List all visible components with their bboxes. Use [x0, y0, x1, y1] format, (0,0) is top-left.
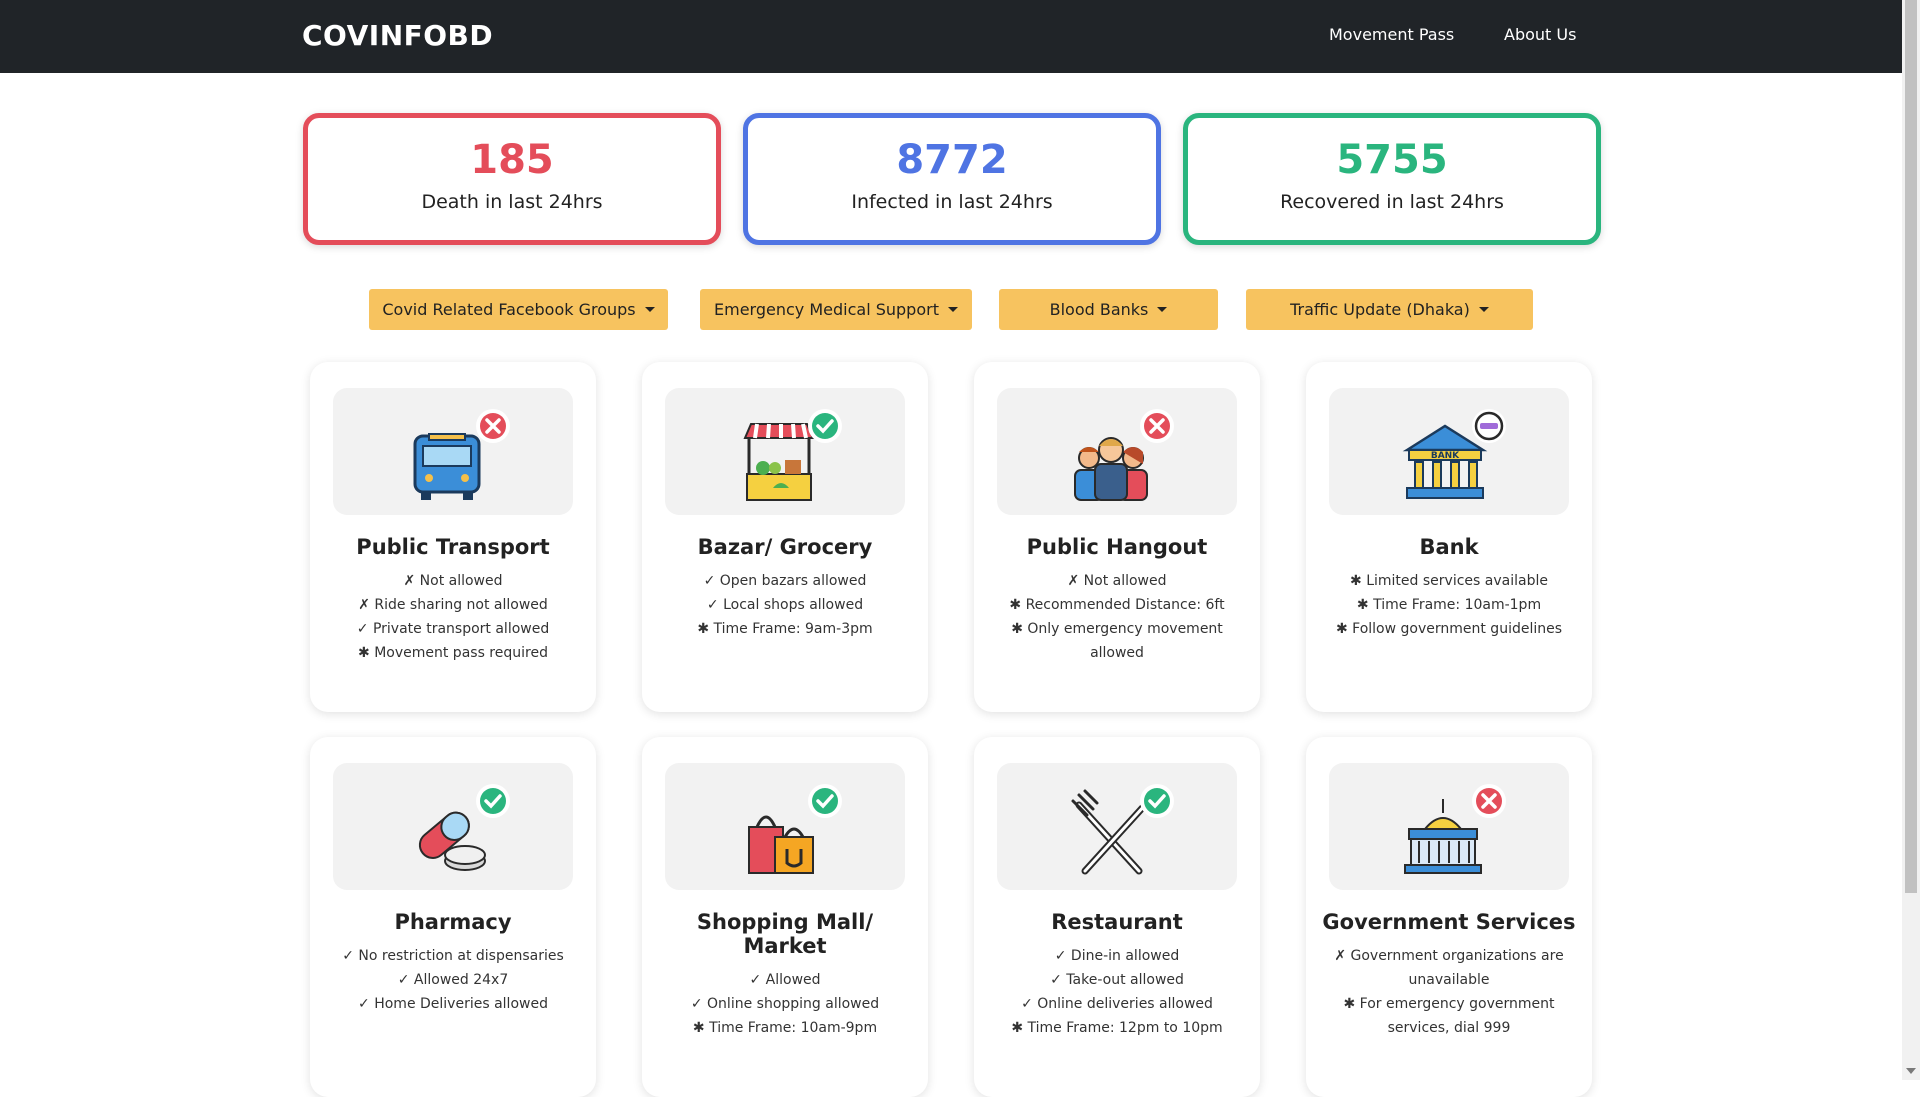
card-detail-line: ✗ Not allowed — [403, 573, 503, 589]
card-details: ✓ Dine-in allowed ✓ Take-out allowed ✓ O… — [974, 944, 1260, 1040]
card-detail-line: ✓ Take-out allowed — [1050, 972, 1184, 988]
stat-card-recovered: 5755 Recovered in last 24hrs — [1183, 113, 1601, 245]
card-detail-line: ✱ Time Frame: 9am-3pm — [697, 621, 873, 637]
scroll-down-arrow-icon[interactable] — [1906, 1068, 1916, 1074]
caret-down-icon — [644, 307, 655, 312]
caret-down-icon — [1478, 307, 1489, 312]
card-public-transport: Public Transport ✗ Not allowed ✗ Ride sh… — [310, 362, 596, 712]
dropdown-label: Covid Related Facebook Groups — [382, 300, 636, 319]
dropdown-traffic-update[interactable]: Traffic Update (Dhaka) — [1246, 289, 1533, 330]
card-title: Bank — [1419, 535, 1479, 559]
card-details: ✱ Limited services available ✱ Time Fram… — [1306, 569, 1592, 641]
card-detail-line: ✓ No restriction at dispensaries — [342, 948, 564, 964]
card-shopping-mall: Shopping Mall/ Market ✓ Allowed ✓ Online… — [642, 737, 928, 1097]
card-title: Public Transport — [356, 535, 550, 559]
svg-text:BANK: BANK — [1431, 451, 1460, 461]
card-detail-line: ✱ Only emergency movement allowed — [1011, 621, 1223, 661]
caret-down-icon — [947, 307, 958, 312]
pills-icon — [418, 784, 510, 871]
stat-label-deaths: Death in last 24hrs — [421, 191, 603, 213]
card-detail-line: ✓ Dine-in allowed — [1054, 948, 1180, 964]
card-details: ✓ Allowed ✓ Online shopping allowed ✱ Ti… — [642, 968, 928, 1040]
card-detail-line: ✱ Limited services available — [1350, 573, 1548, 589]
card-title: Restaurant — [1051, 910, 1183, 934]
card-detail-line: ✗ Ride sharing not allowed — [358, 597, 548, 613]
card-detail-line: ✗ Not allowed — [1067, 573, 1167, 589]
nav-link-movement-pass[interactable]: Movement Pass — [1329, 25, 1454, 44]
dropdown-facebook-groups[interactable]: Covid Related Facebook Groups — [369, 289, 668, 330]
people-group-icon — [1074, 409, 1174, 501]
card-detail-line: ✗ Government organizations are unavailab… — [1334, 948, 1564, 988]
bank-icon: BANK — [1402, 409, 1506, 499]
card-public-hangout: Public Hangout ✗ Not allowed ✱ Recommend… — [974, 362, 1260, 712]
icon-box — [333, 388, 573, 515]
card-title: Government Services — [1322, 910, 1576, 934]
stat-value-infected: 8772 — [896, 137, 1008, 183]
nav-link-about-us[interactable]: About Us — [1504, 25, 1576, 44]
bus-icon — [413, 409, 510, 500]
card-detail-line: ✓ Home Deliveries allowed — [358, 996, 548, 1012]
card-detail-line: ✓ Online shopping allowed — [690, 996, 880, 1012]
shopping-bags-icon — [748, 784, 842, 874]
card-details: ✓ Open bazars allowed ✓ Local shops allo… — [642, 569, 928, 641]
card-detail-line: ✓ Private transport allowed — [356, 621, 550, 637]
scrollbar-thumb[interactable] — [1905, 0, 1917, 893]
icon-box — [333, 763, 573, 890]
stat-label-recovered: Recovered in last 24hrs — [1280, 191, 1504, 213]
card-title: Pharmacy — [394, 910, 512, 934]
card-details: ✗ Not allowed ✱ Recommended Distance: 6f… — [974, 569, 1260, 665]
caret-down-icon — [1157, 307, 1168, 312]
grocery-stall-icon — [743, 409, 842, 501]
fork-knife-icon — [1071, 784, 1174, 875]
dropdown-blood-banks[interactable]: Blood Banks — [999, 289, 1218, 330]
card-details: ✗ Not allowed ✗ Ride sharing not allowed… — [310, 569, 596, 665]
stat-value-recovered: 5755 — [1336, 137, 1448, 183]
icon-box — [665, 388, 905, 515]
card-detail-line: ✱ Time Frame: 10am-9pm — [692, 1020, 878, 1036]
card-detail-line: ✓ Local shops allowed — [706, 597, 864, 613]
dropdown-label: Emergency Medical Support — [714, 300, 939, 319]
card-government-services: Government Services ✗ Government organiz… — [1306, 737, 1592, 1097]
card-title: Bazar/ Grocery — [697, 535, 873, 559]
card-details: ✓ No restriction at dispensaries ✓ Allow… — [310, 944, 596, 1016]
card-detail-line: ✱ Recommended Distance: 6ft — [1009, 597, 1225, 613]
dropdown-emergency-medical[interactable]: Emergency Medical Support — [700, 289, 972, 330]
icon-box — [997, 763, 1237, 890]
dropdown-label: Traffic Update (Dhaka) — [1290, 300, 1470, 319]
stat-card-infected: 8772 Infected in last 24hrs — [743, 113, 1161, 245]
scrollbar[interactable] — [1902, 0, 1920, 1080]
stat-card-deaths: 185 Death in last 24hrs — [303, 113, 721, 245]
icon-box — [997, 388, 1237, 515]
brand-logo[interactable]: COVINFOBD — [302, 19, 493, 52]
card-detail-line: ✓ Allowed 24x7 — [397, 972, 509, 988]
icon-box — [1329, 763, 1569, 890]
stat-label-infected: Infected in last 24hrs — [851, 191, 1053, 213]
card-bank: BANK Bank ✱ Limited services available ✱… — [1306, 362, 1592, 712]
stat-value-deaths: 185 — [470, 137, 554, 183]
card-detail-line: ✱ Time Frame: 10am-1pm — [1356, 597, 1542, 613]
card-detail-line: ✱ Follow government guidelines — [1335, 621, 1563, 637]
card-bazar-grocery: Bazar/ Grocery ✓ Open bazars allowed ✓ L… — [642, 362, 928, 712]
card-detail-line: ✱ Time Frame: 12pm to 10pm — [1011, 1020, 1223, 1036]
navbar: COVINFOBD Movement Pass About Us — [0, 0, 1902, 73]
card-detail-line: ✓ Online deliveries allowed — [1021, 996, 1213, 1012]
icon-box — [665, 763, 905, 890]
card-details: ✗ Government organizations are unavailab… — [1306, 944, 1592, 1040]
card-detail-line: ✱ Movement pass required — [358, 645, 548, 661]
government-building-icon — [1404, 784, 1506, 874]
card-detail-line: ✓ Allowed — [749, 972, 821, 988]
card-restaurant: Restaurant ✓ Dine-in allowed ✓ Take-out … — [974, 737, 1260, 1097]
icon-box: BANK — [1329, 388, 1569, 515]
card-title: Shopping Mall/ Market — [696, 910, 874, 958]
card-pharmacy: Pharmacy ✓ No restriction at dispensarie… — [310, 737, 596, 1097]
card-detail-line: ✓ Open bazars allowed — [703, 573, 867, 589]
card-title: Public Hangout — [1026, 535, 1208, 559]
dropdown-label: Blood Banks — [1049, 300, 1149, 319]
card-detail-line: ✱ For emergency government services, dia… — [1343, 996, 1555, 1036]
